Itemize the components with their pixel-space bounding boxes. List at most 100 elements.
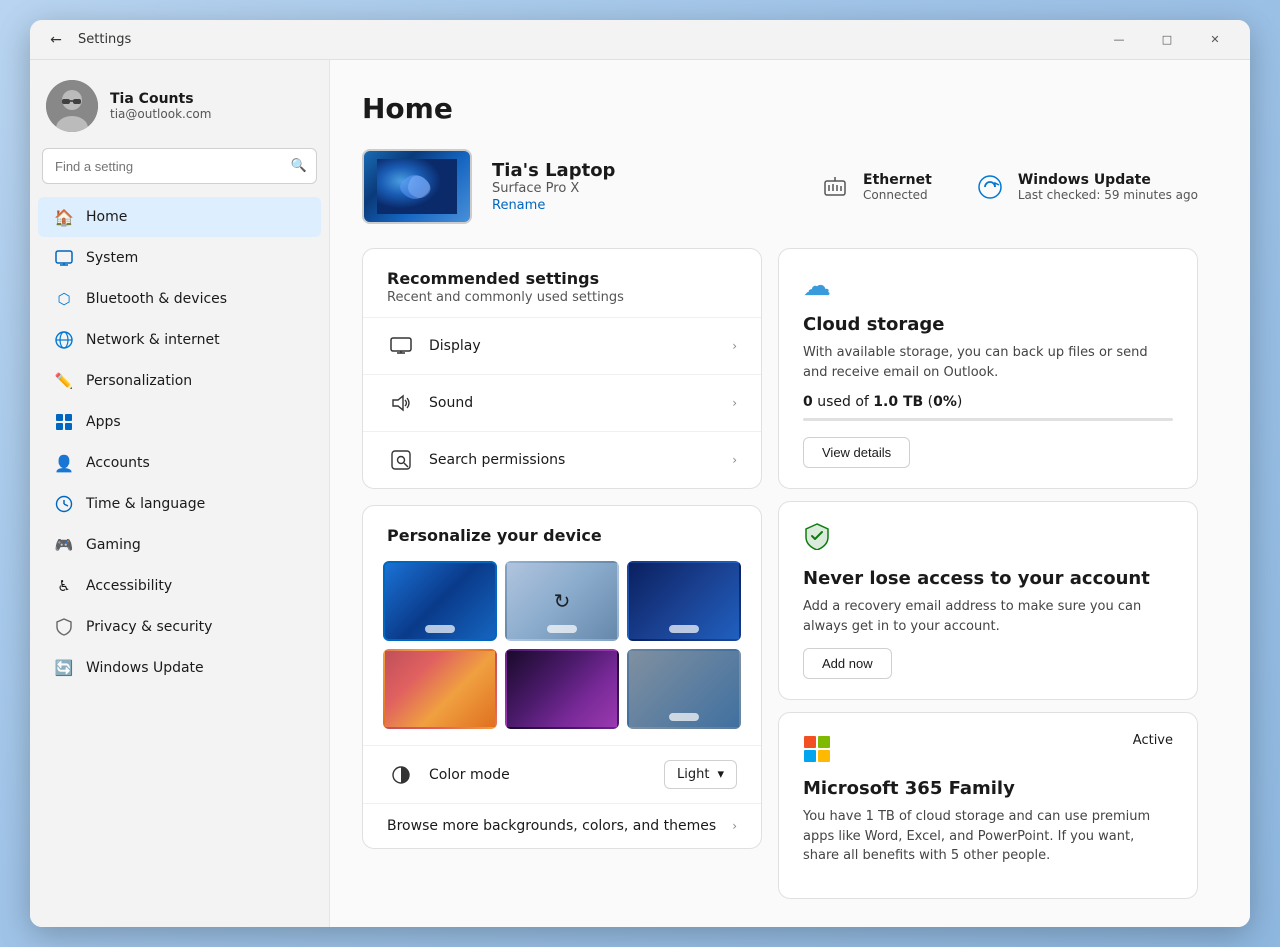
- display-chevron: ›: [732, 339, 737, 353]
- wallpaper-item-1[interactable]: [383, 561, 497, 641]
- cloud-total: 1.0 TB: [873, 394, 923, 410]
- wallpaper-2-icon: ↻: [554, 589, 571, 613]
- status-items: Ethernet Connected Windows Update Last c…: [817, 169, 1198, 205]
- view-details-button[interactable]: View details: [803, 437, 910, 468]
- device-model: Surface Pro X: [492, 181, 797, 196]
- user-name: Tia Counts: [110, 91, 211, 107]
- windows-update-info: Windows Update Last checked: 59 minutes …: [1018, 172, 1198, 202]
- time-icon: [54, 494, 74, 514]
- cloud-percent: 0%: [933, 394, 957, 410]
- account-security-title: Never lose access to your account: [803, 568, 1173, 589]
- sidebar-item-accounts[interactable]: 👤 Accounts: [38, 443, 321, 483]
- home-icon: 🏠: [54, 207, 74, 227]
- browse-themes-label: Browse more backgrounds, colors, and the…: [387, 818, 718, 834]
- device-bar: Tia's Laptop Surface Pro X Rename Ethern…: [362, 149, 1198, 224]
- user-profile[interactable]: Tia Counts tia@outlook.com: [30, 60, 329, 148]
- close-button[interactable]: ✕: [1192, 24, 1238, 56]
- sidebar-item-network[interactable]: Network & internet: [38, 320, 321, 360]
- wallpaper-item-5[interactable]: [505, 649, 619, 729]
- sidebar-item-apps[interactable]: Apps: [38, 402, 321, 442]
- cloud-icon: ☁: [803, 269, 1173, 302]
- update-icon: 🔄: [54, 658, 74, 678]
- wallpaper-grid: ↻: [363, 561, 761, 745]
- recommended-settings-card: Recommended settings Recent and commonly…: [362, 248, 762, 489]
- sidebar-item-gaming[interactable]: 🎮 Gaming: [38, 525, 321, 565]
- sound-row[interactable]: Sound ›: [363, 374, 761, 431]
- privacy-icon: [54, 617, 74, 637]
- windows-update-title: Windows Update: [1018, 172, 1198, 188]
- search-permissions-row[interactable]: Search permissions ›: [363, 431, 761, 488]
- color-mode-dropdown[interactable]: Light ▾: [664, 760, 737, 789]
- search-permissions-label: Search permissions: [429, 452, 718, 468]
- search-permissions-icon: [387, 446, 415, 474]
- sidebar-item-home[interactable]: 🏠 Home: [38, 197, 321, 237]
- search-box: 🔍: [42, 148, 317, 184]
- sidebar-item-label: Gaming: [86, 537, 141, 553]
- windows-update-status: Windows Update Last checked: 59 minutes …: [972, 169, 1198, 205]
- sidebar-item-time[interactable]: Time & language: [38, 484, 321, 524]
- main-panel: Home: [330, 60, 1250, 927]
- accessibility-icon: ♿: [54, 576, 74, 596]
- account-security-card: Never lose access to your account Add a …: [778, 501, 1198, 700]
- sidebar-item-bluetooth[interactable]: ⬡ Bluetooth & devices: [38, 279, 321, 319]
- gaming-icon: 🎮: [54, 535, 74, 555]
- sidebar-item-update[interactable]: 🔄 Windows Update: [38, 648, 321, 688]
- recommended-title: Recommended settings: [387, 269, 737, 288]
- sidebar-item-privacy[interactable]: Privacy & security: [38, 607, 321, 647]
- back-button[interactable]: ←: [42, 26, 70, 54]
- wallpaper-item-6[interactable]: [627, 649, 741, 729]
- user-email: tia@outlook.com: [110, 107, 211, 121]
- ethernet-info: Ethernet Connected: [863, 172, 932, 202]
- color-mode-row: Color mode Light ▾: [363, 745, 761, 803]
- display-label: Display: [429, 338, 718, 354]
- search-input[interactable]: [42, 148, 317, 184]
- recommended-header: Recommended settings Recent and commonly…: [363, 249, 761, 317]
- sound-chevron: ›: [732, 396, 737, 410]
- ethernet-sub: Connected: [863, 188, 932, 202]
- shield-check-icon: [803, 522, 1173, 556]
- color-mode-dropdown-chevron: ▾: [717, 767, 724, 782]
- right-panel: ☁ Cloud storage With available storage, …: [778, 248, 1198, 899]
- sidebar-item-label: Home: [86, 209, 127, 225]
- page-title: Home: [362, 92, 1198, 125]
- ms365-desc: You have 1 TB of cloud storage and can u…: [803, 807, 1173, 866]
- wallpaper-item-4[interactable]: [383, 649, 497, 729]
- avatar: [46, 80, 98, 132]
- sidebar-item-label: Bluetooth & devices: [86, 291, 227, 307]
- wallpaper-item-2[interactable]: ↻: [505, 561, 619, 641]
- cloud-storage-card: ☁ Cloud storage With available storage, …: [778, 248, 1198, 489]
- sidebar: Tia Counts tia@outlook.com 🔍 🏠 Home Syst: [30, 60, 330, 927]
- sidebar-nav: 🏠 Home System ⬡ Bluetooth & devices: [30, 196, 329, 689]
- device-rename-link[interactable]: Rename: [492, 198, 797, 213]
- sidebar-item-label: System: [86, 250, 138, 266]
- maximize-button[interactable]: □: [1144, 24, 1190, 56]
- personalize-card: Personalize your device ↻: [362, 505, 762, 849]
- main-inner: Home: [330, 60, 1230, 927]
- ethernet-title: Ethernet: [863, 172, 932, 188]
- sidebar-item-accessibility[interactable]: ♿ Accessibility: [38, 566, 321, 606]
- sidebar-item-label: Network & internet: [86, 332, 220, 348]
- cloud-storage-title: Cloud storage: [803, 314, 1173, 335]
- wallpaper-item-3[interactable]: [627, 561, 741, 641]
- sidebar-item-label: Accessibility: [86, 578, 172, 594]
- windows-update-icon: [972, 169, 1008, 205]
- ms365-title: Microsoft 365 Family: [803, 778, 1173, 799]
- sidebar-item-personalization[interactable]: ✏️ Personalization: [38, 361, 321, 401]
- cards-area: Recommended settings Recent and commonly…: [362, 248, 1198, 899]
- sound-icon: [387, 389, 415, 417]
- display-row[interactable]: Display ›: [363, 317, 761, 374]
- sidebar-item-label: Personalization: [86, 373, 192, 389]
- sidebar-item-system[interactable]: System: [38, 238, 321, 278]
- browse-themes-row[interactable]: Browse more backgrounds, colors, and the…: [363, 803, 761, 848]
- add-now-button[interactable]: Add now: [803, 648, 892, 679]
- display-icon: [387, 332, 415, 360]
- recommended-subtitle: Recent and commonly used settings: [387, 290, 737, 305]
- sidebar-item-label: Windows Update: [86, 660, 204, 676]
- microsoft365-card: Active Microsoft 365 Family You have 1 T…: [778, 712, 1198, 899]
- account-security-desc: Add a recovery email address to make sur…: [803, 597, 1173, 636]
- cloud-used: 0: [803, 394, 813, 410]
- personalization-icon: ✏️: [54, 371, 74, 391]
- settings-window: ← Settings — □ ✕: [30, 20, 1250, 927]
- windows-update-sub: Last checked: 59 minutes ago: [1018, 188, 1198, 202]
- minimize-button[interactable]: —: [1096, 24, 1142, 56]
